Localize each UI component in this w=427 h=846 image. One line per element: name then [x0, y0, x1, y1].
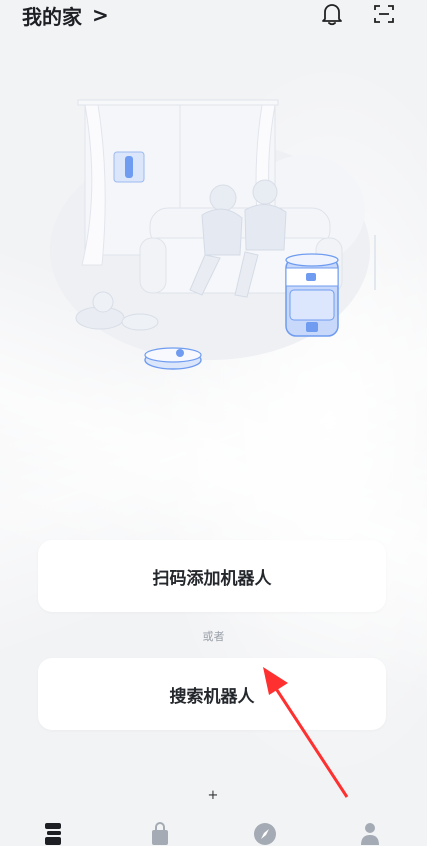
header: 我的家 >: [0, 0, 427, 36]
or-divider-text: 或者: [202, 630, 225, 643]
scan-add-robot-label: 扫码添加机器人: [152, 568, 272, 589]
home-selector[interactable]: 我的家 >: [22, 0, 109, 30]
scan-icon[interactable]: [370, 0, 398, 28]
shopping-bag-icon[interactable]: [145, 822, 175, 846]
plus-icon: +: [207, 788, 219, 803]
chevron-right-icon: >: [92, 3, 109, 27]
home-title: 我的家: [22, 4, 82, 29]
red-arrow-annotation: [263, 667, 349, 798]
home-illustration: [40, 90, 400, 390]
compass-icon[interactable]: [250, 822, 280, 846]
bottom-tab-bar: [0, 812, 427, 845]
search-robot-label: 搜索机器人: [169, 686, 255, 707]
robot-home-icon[interactable]: [38, 822, 68, 846]
person-icon[interactable]: [355, 822, 385, 846]
scan-add-robot-button[interactable]: 扫码添加机器人: [38, 540, 386, 612]
bell-icon[interactable]: [318, 0, 346, 28]
